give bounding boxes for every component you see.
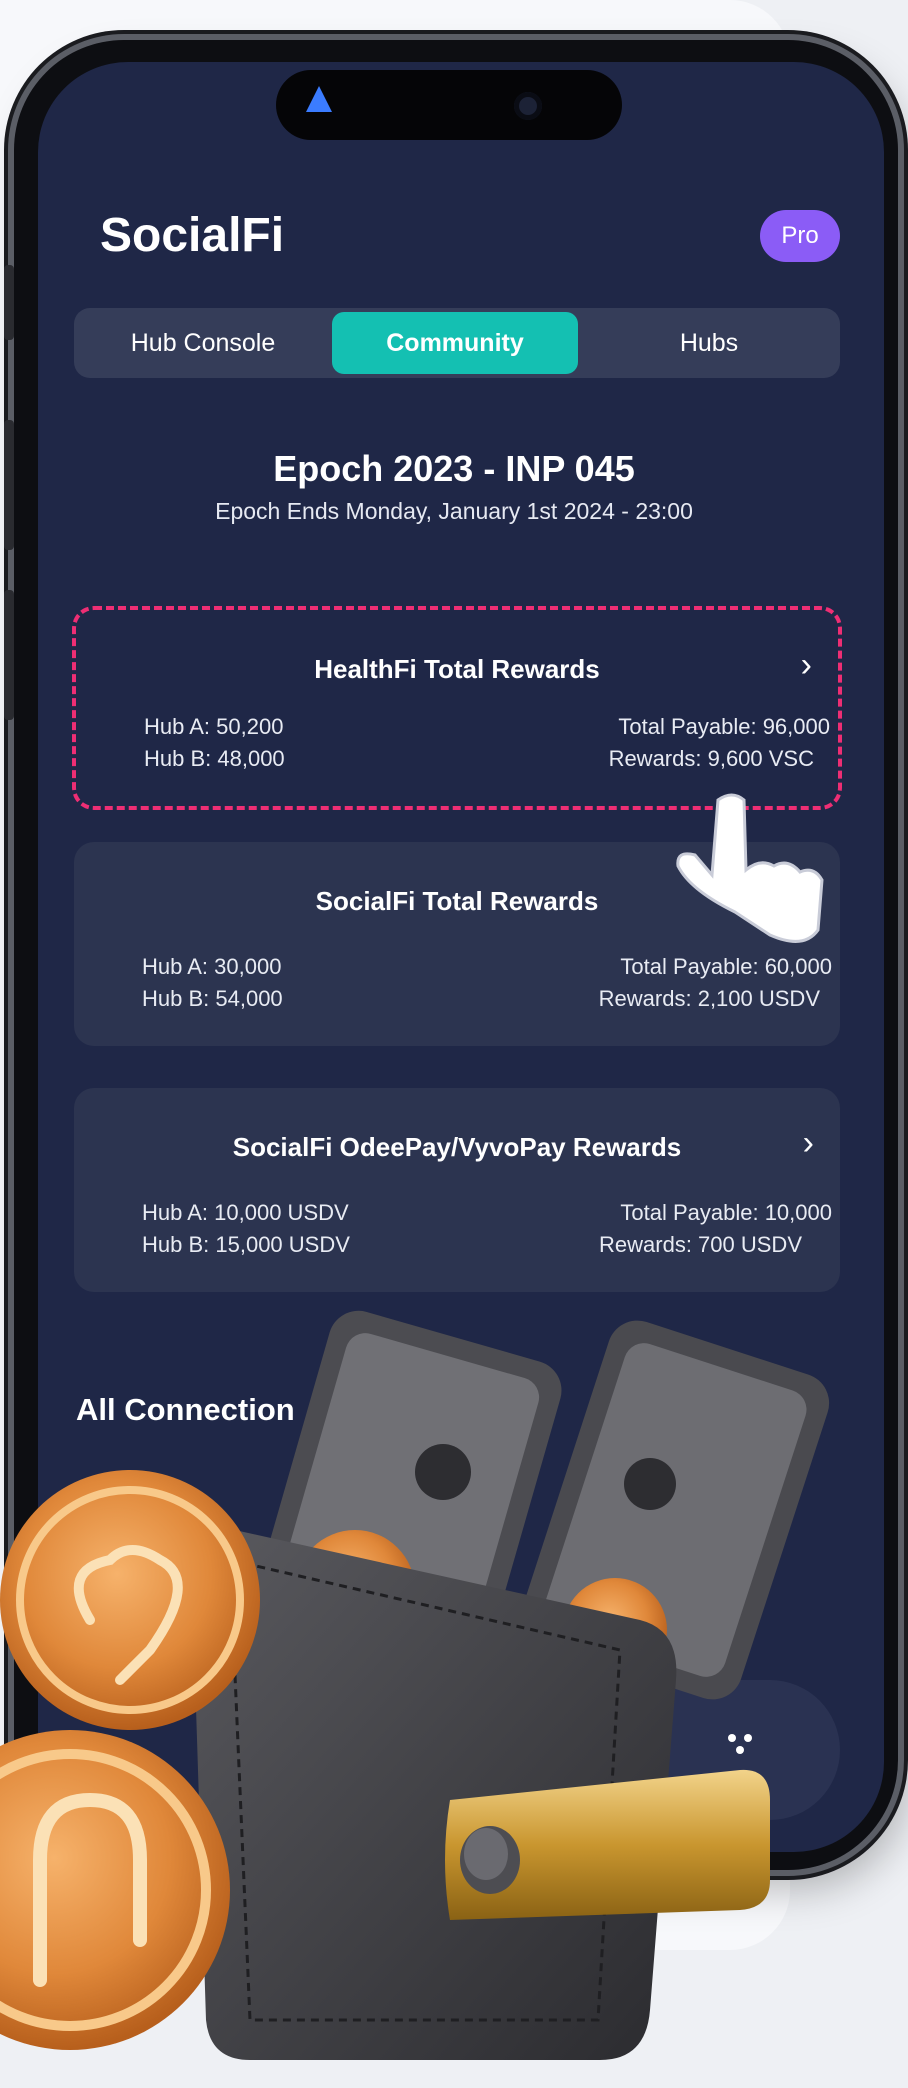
wallet-coins-illustration [0,793,830,2060]
hand-pointer-icon [676,793,824,943]
